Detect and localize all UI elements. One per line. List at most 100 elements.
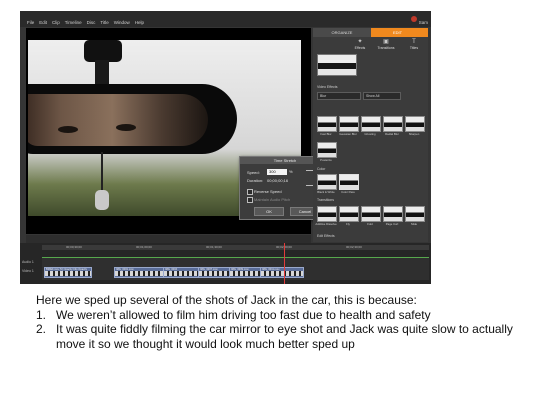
transition-label: Page Curl: [385, 222, 399, 226]
section-transitions-label: Transitions: [317, 198, 334, 202]
menu-bar: File Edit Clip Timeline Disc Title Window Help …: [20, 11, 431, 27]
preview-monitor[interactable]: Time Stretch Speed: 300 % Duration: 00;0…: [26, 28, 331, 234]
track-label: Video 1: [22, 269, 34, 273]
slide-caption: Here we sped up several of the shots of …: [36, 293, 536, 351]
right-panel: ORGANIZE EDIT ✦ Effects ▣ Transitions T …: [313, 28, 428, 242]
clip-label: IMG_0007.mov: [200, 268, 218, 271]
effect-ghosting[interactable]: [361, 116, 381, 132]
clip-label: IMG_0009.mov: [231, 268, 249, 271]
mirror-stem: [95, 60, 109, 86]
clip-thumbnails: [199, 271, 229, 276]
effect-label: Radial Blur: [385, 132, 399, 136]
clip-thumbnails: [45, 271, 91, 276]
transition-fly[interactable]: [339, 206, 359, 222]
caption-intro: Here we sped up several of the shots of …: [36, 293, 417, 307]
speed-label: Speed:: [247, 170, 260, 175]
timeline-clip[interactable]: IMG_0007.mov: [198, 267, 230, 278]
titles-icon: T: [412, 39, 416, 45]
effects-tool[interactable]: ✦ Effects: [349, 38, 371, 52]
hanging-cord: [101, 152, 103, 192]
effect-radial-blur[interactable]: [383, 116, 403, 132]
effects-category-dropdown[interactable]: Blur: [317, 92, 361, 100]
transition-page-curl[interactable]: [383, 206, 403, 222]
effect-label: Black & White: [317, 190, 335, 194]
transitions-tool-label: Transitions: [377, 46, 395, 50]
reasons-list: 1. We weren’t allowed to film him drivin…: [36, 308, 536, 352]
effect-fast-blur[interactable]: [317, 116, 337, 132]
effect-label: Sharpen: [408, 132, 420, 136]
playhead[interactable]: [284, 243, 285, 284]
reverse-speed-checkbox[interactable]: [247, 189, 253, 195]
clip-label: IMG_0001.mov: [116, 268, 134, 271]
transition-slide[interactable]: [405, 206, 425, 222]
effects-icon: ✦: [357, 39, 363, 45]
duration-value[interactable]: 00;00;00;16: [267, 178, 288, 183]
ruler-tick: 00;01;00;00: [136, 245, 152, 249]
transport-bar: 00;01;45;22: [26, 235, 311, 249]
list-item: 2. It was quite fiddly filming the car m…: [36, 322, 536, 351]
transition-label: Additive Dissolve: [315, 222, 337, 226]
timeline-clip[interactable]: IMG_0009.mov: [229, 267, 261, 278]
section-color-label: Color: [317, 167, 326, 171]
effect-preview-thumbnail: [317, 54, 357, 76]
transition-fold[interactable]: [361, 206, 381, 222]
clip-thumbnails: [230, 271, 260, 276]
reverse-speed-label: Reverse Speed: [254, 189, 282, 194]
speed-unit: %: [289, 169, 293, 174]
show-all-dropdown[interactable]: Show All: [363, 92, 401, 100]
transition-label: Fold: [367, 222, 373, 226]
effect-label: Color Pass: [341, 190, 355, 194]
editor-screenshot: File Edit Clip Timeline Disc Title Window Help …: [20, 11, 431, 284]
effect-label: Posterize: [320, 158, 332, 162]
eye-right: [116, 124, 136, 131]
transition-additive-dissolve[interactable]: [317, 206, 337, 222]
panel-tabs: ORGANIZE EDIT: [313, 28, 428, 37]
effect-posterize[interactable]: [317, 142, 337, 158]
clip-thumbnails: [261, 271, 303, 276]
video-effects-label: Video Effects: [317, 85, 338, 89]
track-label: Audio 1: [22, 260, 34, 264]
transitions-icon: ▣: [383, 39, 389, 45]
titles-tool[interactable]: T Titles: [403, 38, 425, 52]
tab-organize[interactable]: ORGANIZE: [313, 28, 371, 37]
ruler-tick: 00;02;30;00: [346, 245, 362, 249]
eye-left: [58, 126, 78, 133]
speed-value[interactable]: 300: [269, 169, 276, 175]
timeline-clip[interactable]: IMG_0011.mov: [260, 267, 304, 278]
list-item: 1. We weren’t allowed to film him drivin…: [36, 308, 536, 323]
timeline-ruler[interactable]: 00;00;30;00 00;01;00;00 00;01;30;00 00;0…: [42, 245, 429, 250]
clip-label: BRIEF.mov [V] Opacity:Clip Opacity: [46, 268, 88, 271]
duration-label: Duration:: [247, 178, 264, 183]
effect-label: Fast Blur: [320, 132, 332, 136]
timeline-clip[interactable]: IMG_0004: [163, 267, 199, 278]
maintain-pitch-checkbox[interactable]: [247, 197, 253, 203]
list-text: It was quite fiddly filming the car mirr…: [56, 322, 513, 351]
timeline-panel: 00;00;30;00 00;01;00;00 00;01;30;00 00;0…: [20, 243, 431, 284]
tab-edit[interactable]: EDIT: [371, 28, 424, 37]
effect-sharpen[interactable]: [405, 116, 425, 132]
ruler-tick: 00;00;30;00: [66, 245, 82, 249]
effect-label: Gaussian Blur: [339, 132, 357, 136]
effects-tool-label: Effects: [354, 46, 366, 50]
hanging-tag: [95, 190, 109, 210]
ruler-tick: 00;01;30;00: [206, 245, 222, 249]
clip-label: IMG_0004: [165, 268, 178, 271]
app-logo-icon: [411, 16, 417, 22]
transitions-tool[interactable]: ▣ Transitions: [375, 38, 397, 52]
effect-black-white[interactable]: [317, 174, 337, 190]
tab-extra[interactable]: [424, 28, 428, 37]
list-number: 1.: [36, 307, 47, 322]
ok-button[interactable]: OK: [254, 207, 284, 216]
clip-label: IMG_0011.mov: [262, 268, 280, 271]
timeline-clip[interactable]: BRIEF.mov [V] Opacity:Clip Opacity: [44, 267, 92, 278]
effect-gaussian-blur[interactable]: [339, 116, 359, 132]
titles-tool-label: Titles: [409, 46, 419, 50]
timeline-clip[interactable]: IMG_0001.mov: [114, 267, 164, 278]
effect-color-pass[interactable]: [339, 174, 359, 190]
edit-effects-link[interactable]: Edit Effects: [317, 234, 335, 238]
list-number: 2.: [36, 322, 47, 336]
maintain-pitch-label: Maintain Audio Pitch: [254, 197, 291, 202]
transition-label: Fly: [346, 222, 350, 226]
list-text: We weren’t allowed to film him driving t…: [56, 307, 431, 322]
face-reflection: [28, 94, 208, 146]
